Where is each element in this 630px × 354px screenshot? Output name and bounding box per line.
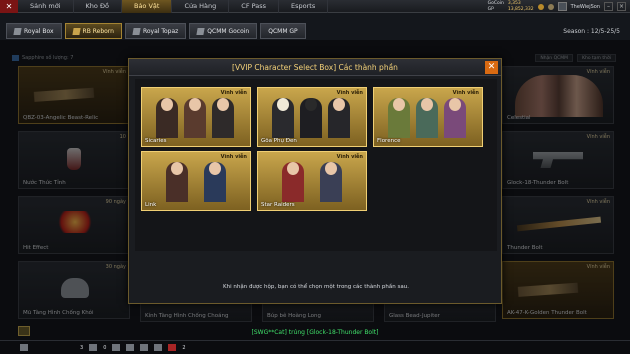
- tab-rb-reborn[interactable]: RB Reborn: [64, 23, 122, 39]
- character-figure-icon: [328, 98, 350, 138]
- dialog-title: [VVIP Character Select Box] Các thành ph…: [129, 59, 501, 76]
- character-option[interactable]: Vĩnh viễn Florence: [373, 87, 483, 147]
- character-name: Sicaries: [145, 138, 167, 144]
- top-nav-bar: ✕ Sảnh mới Kho Đồ Bảo Vật Cửa Hàng CF Pa…: [0, 0, 630, 13]
- head-icon: [449, 98, 461, 111]
- game-logo-icon[interactable]: ✕: [0, 0, 18, 13]
- friends-icon[interactable]: [89, 344, 98, 351]
- character-figure-icon: [282, 162, 304, 202]
- character-select-dialog: [VVIP Character Select Box] Các thành ph…: [128, 58, 502, 304]
- season-label: Season : 12/5-25/5: [563, 28, 620, 35]
- head-icon: [277, 98, 289, 111]
- tab-royal-topaz[interactable]: Royal Topaz: [124, 23, 187, 39]
- character-figure-icon: [388, 98, 410, 138]
- dialog-note: Khi nhận được hộp, bạn có thể chọn một t…: [223, 284, 409, 290]
- character-list: Vĩnh viễn Sicaries Vĩnh viễn Gõa Phụ Đen…: [135, 79, 497, 251]
- head-icon: [325, 162, 337, 175]
- character-figure-icon: [184, 98, 206, 138]
- character-option[interactable]: Vĩnh viễn Gõa Phụ Đen: [257, 87, 367, 147]
- nav-inventory[interactable]: Kho Đồ: [74, 0, 122, 13]
- head-icon: [305, 98, 317, 111]
- currency-labels: GoCoin GP: [488, 1, 504, 12]
- head-icon: [161, 98, 173, 111]
- chat-message: [SWG**Cat] trúng [Glock-18-Thunder Bolt]: [251, 329, 379, 336]
- nav-treasure[interactable]: Bảo Vật: [121, 0, 173, 13]
- settings-icon[interactable]: [126, 344, 135, 351]
- tab-royal-box[interactable]: Royal Box: [6, 23, 62, 39]
- character-option[interactable]: Vĩnh viễn Link: [141, 151, 251, 211]
- duration-badge: Vĩnh viễn: [220, 90, 247, 96]
- character-figure-icon: [212, 98, 234, 138]
- gift-icon[interactable]: [547, 3, 554, 10]
- character-name: Gõa Phụ Đen: [261, 138, 297, 144]
- nav-lobby[interactable]: Sảnh mới: [18, 0, 74, 13]
- nav-cf-pass[interactable]: CF Pass: [229, 0, 280, 13]
- head-icon: [287, 162, 299, 175]
- bottom-bar: 3 0 2: [0, 340, 630, 354]
- head-icon: [393, 98, 405, 111]
- character-figure-icon: [272, 98, 294, 138]
- nav-shop[interactable]: Cửa Hàng: [172, 0, 230, 13]
- character-name: Star Raiders: [261, 202, 295, 208]
- character-option[interactable]: Vĩnh viễn Star Raiders: [257, 151, 367, 211]
- head-icon: [209, 162, 221, 175]
- duration-badge: Vĩnh viễn: [452, 90, 479, 96]
- speaker-icon[interactable]: [140, 344, 149, 351]
- duration-badge: Vĩnh viễn: [336, 154, 363, 160]
- tab-label: Royal Topaz: [142, 27, 179, 35]
- rb-reborn-icon: [71, 27, 81, 35]
- royal-topaz-icon: [132, 27, 141, 35]
- username: TheWiejSon: [570, 3, 600, 10]
- tab-qcmm-gocoin[interactable]: QCMM Gocoin: [189, 23, 258, 39]
- video-icon[interactable]: [112, 344, 121, 351]
- character-figure-icon: [204, 162, 226, 202]
- avatar[interactable]: [557, 2, 567, 11]
- tab-qcmm-gp[interactable]: QCMM GP: [260, 23, 306, 39]
- tab-label: Royal Box: [24, 27, 54, 35]
- volume-icon[interactable]: [154, 344, 163, 351]
- minimize-button[interactable]: –: [604, 2, 613, 11]
- character-figure-icon: [166, 162, 188, 202]
- qcmm-gocoin-icon: [196, 27, 205, 35]
- tab-label: RB Reborn: [82, 27, 114, 35]
- head-icon: [333, 98, 345, 111]
- head-icon: [171, 162, 183, 175]
- character-figure-icon: [416, 98, 438, 138]
- mail-icon[interactable]: [20, 344, 28, 351]
- tab-label: QCMM Gocoin: [207, 27, 250, 35]
- character-name: Florence: [377, 138, 401, 144]
- gp-label: GP: [487, 6, 494, 12]
- character-option[interactable]: Vĩnh viễn Sicaries: [141, 87, 251, 147]
- royal-box-icon: [13, 27, 22, 35]
- character-figure-icon: [156, 98, 178, 138]
- count-c: 2: [182, 344, 186, 351]
- close-icon[interactable]: ✕: [485, 61, 498, 74]
- account-area: GoCoin GP 3,353 13,852,332 TheWiejSon – …: [488, 1, 626, 12]
- count-a: 3: [80, 344, 84, 351]
- box-tabs: Royal Box RB Reborn Royal Topaz QCMM Goc…: [0, 22, 630, 40]
- tab-label: QCMM GP: [268, 27, 298, 35]
- head-icon: [421, 98, 433, 111]
- game-lobby: ✕ Sảnh mới Kho Đồ Bảo Vật Cửa Hàng CF Pa…: [0, 0, 630, 354]
- duration-badge: Vĩnh viễn: [220, 154, 247, 160]
- character-figure-icon: [320, 162, 342, 202]
- close-window-button[interactable]: ×: [617, 2, 626, 11]
- currency-values: 3,353 13,852,332: [508, 1, 534, 12]
- character-name: Link: [145, 202, 157, 208]
- head-icon: [217, 98, 229, 111]
- character-figure-icon: [300, 98, 322, 138]
- duration-badge: Vĩnh viễn: [336, 90, 363, 96]
- head-icon: [189, 98, 201, 111]
- gp-value: 13,852,332: [507, 6, 534, 12]
- count-b: 0: [103, 344, 107, 351]
- coin-icon: [537, 3, 544, 10]
- character-figure-icon: [444, 98, 466, 138]
- alert-icon[interactable]: [168, 344, 177, 351]
- nav-esports[interactable]: Esports: [279, 0, 329, 13]
